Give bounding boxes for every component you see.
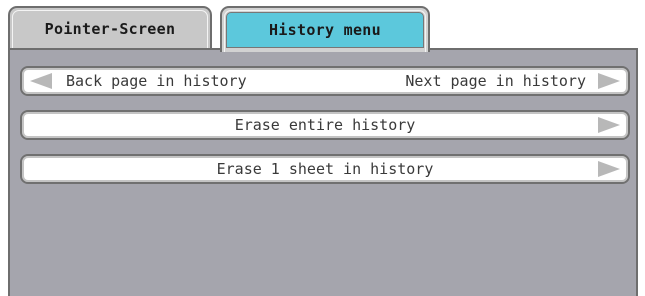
back-page-label[interactable]: Back page in history (66, 72, 247, 90)
right-arrow-icon (598, 117, 620, 133)
erase-entire-history-label: Erase entire history (234, 116, 416, 134)
tab-history-menu-label: History menu (269, 21, 381, 39)
erase-one-sheet-button[interactable]: Erase 1 sheet in history (20, 154, 630, 184)
erase-one-sheet-label: Erase 1 sheet in history (216, 160, 434, 178)
tab-pointer-screen[interactable]: Pointer-Screen (8, 6, 212, 50)
history-navigation-button[interactable]: Back page in history Next page in histor… (20, 66, 630, 96)
tab-pointer-screen-label: Pointer-Screen (44, 20, 176, 38)
right-arrow-icon (598, 161, 620, 177)
next-page-label[interactable]: Next page in history (405, 72, 586, 90)
right-arrow-icon[interactable] (598, 73, 620, 89)
erase-entire-history-button[interactable]: Erase entire history (20, 110, 630, 140)
tab-history-menu[interactable]: History menu (220, 6, 430, 52)
tab-history-menu-highlight: History menu (226, 12, 424, 48)
left-arrow-icon[interactable] (30, 73, 52, 89)
history-panel: Back page in history Next page in histor… (8, 48, 638, 296)
